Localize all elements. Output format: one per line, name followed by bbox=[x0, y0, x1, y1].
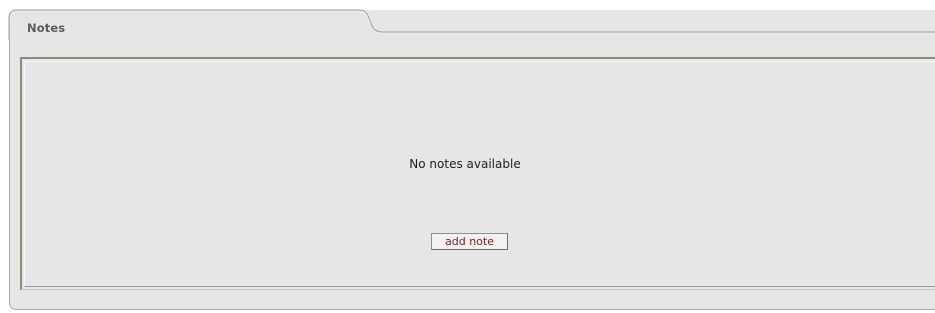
notes-content-area bbox=[20, 57, 935, 290]
add-note-button[interactable]: add note bbox=[431, 233, 508, 250]
empty-notes-message: No notes available bbox=[409, 157, 521, 171]
tab-notes[interactable]: Notes bbox=[27, 21, 65, 35]
